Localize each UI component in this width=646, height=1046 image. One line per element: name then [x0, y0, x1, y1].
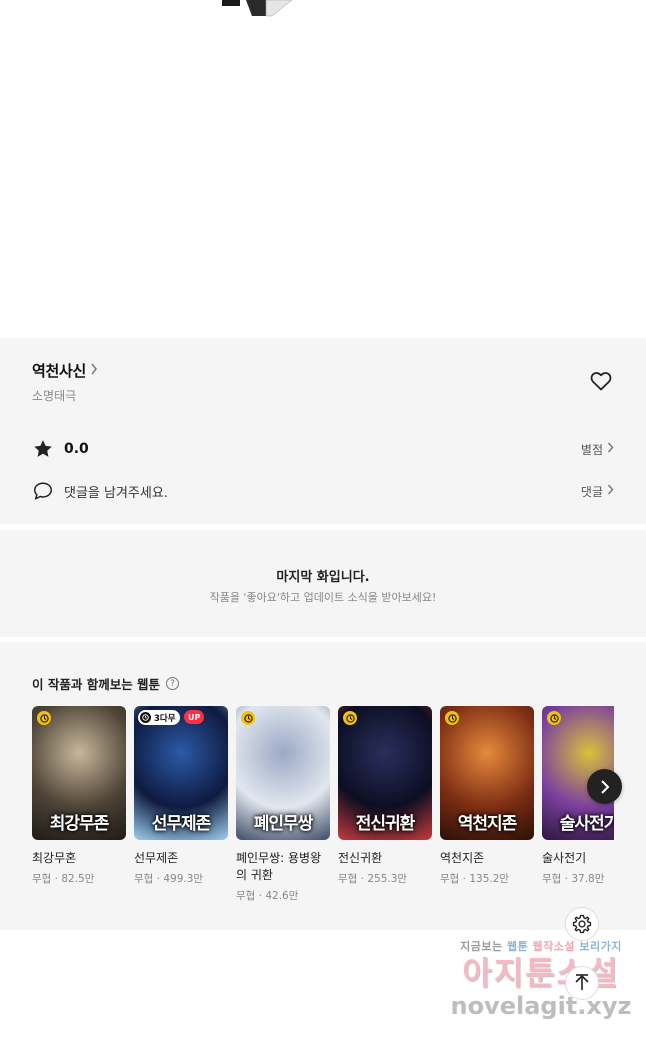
thumbnail-title-art: 역천지존	[457, 814, 518, 834]
speech-bubble-icon	[34, 482, 52, 500]
recommendation-thumbnail: 폐인무쌍	[236, 706, 330, 840]
recommendation-title: 역천지존	[440, 851, 485, 865]
work-info-panel: 역천사신 소명태극 0.0 별점 댓글을 남겨주세요. 댓글	[0, 338, 646, 524]
recommendation-thumbnail: 전신귀환	[338, 706, 432, 840]
wait-free-label: 3다무	[154, 713, 176, 724]
recommendation-thumbnail: 역천지존	[440, 706, 534, 840]
star-icon	[34, 440, 52, 457]
chevron-right-icon	[90, 363, 98, 378]
wait-free-badge: 3다무	[138, 710, 180, 725]
heart-icon[interactable]	[589, 369, 613, 393]
recommendation-card[interactable]: 폐인무쌍폐인무쌍: 용병왕의 귀환무협 · 42.6만	[236, 706, 330, 903]
watermark-logo-text: 아지툰소설	[462, 954, 620, 992]
last-episode-subtitle: 작품을 '좋아요'하고 업데이트 소식을 받아보세요!	[209, 591, 437, 604]
episode-image-end	[0, 0, 646, 338]
recommendation-card[interactable]: 역천지존 역천지존 무협 · 135.2만	[440, 706, 534, 886]
recommendation-meta: 무협 · 42.6만	[236, 890, 299, 902]
gear-icon	[572, 914, 592, 934]
watermark-tag-2: 웹툰	[506, 940, 529, 953]
help-icon[interactable]: ?	[166, 677, 180, 690]
watermark-tag-1: 지금보는	[460, 940, 503, 953]
work-author: 소명태극	[32, 389, 77, 403]
recommendation-meta: 무협 · 499.3만	[134, 873, 204, 885]
comment-row[interactable]: 댓글을 남겨주세요. 댓글	[32, 478, 614, 504]
arrow-up-icon	[575, 974, 589, 990]
recommendation-title: 폐인무쌍: 용병왕의 귀환	[236, 851, 322, 882]
thumbnail-title-art: 전신귀환	[355, 814, 416, 834]
recommendation-card[interactable]: 3다무 UP 선무제존 선무제존 무협 · 499.3만	[134, 706, 228, 886]
comment-link[interactable]: 댓글	[581, 483, 614, 500]
comment-link-label: 댓글	[580, 484, 603, 499]
recommendations-panel: 이 작품과 함께보는 웹툰 ? 최강무존최강무혼무협 · 82.5만 3다무 UP 선…	[0, 642, 646, 930]
clock-icon	[140, 712, 151, 723]
recommendation-card[interactable]: 최강무존최강무혼무협 · 82.5만	[32, 706, 126, 886]
comment-prompt: 댓글을 남겨주세요.	[64, 485, 168, 501]
recommendation-title: 선무제존	[134, 851, 179, 865]
recommendation-title: 전신귀환	[338, 851, 383, 865]
recommendation-title: 최강무혼	[32, 851, 77, 865]
watermark: 지금보는 웹툰 웹작소설 보리가지 아지툰소설 novelagit.xyz	[446, 938, 636, 1020]
carousel-next-button[interactable]	[587, 769, 622, 804]
work-title-link[interactable]: 역천사신	[32, 360, 98, 381]
thumbnail-title-art: 술사전기	[559, 814, 614, 834]
recommendation-carousel: 최강무존 최강무혼 무협 · 82.5만 3다무 UP 선무제존 선무제존 무협 · 499.…	[32, 706, 614, 911]
thumbnail-title-art: 폐인무쌍	[253, 814, 314, 834]
clock-icon	[241, 711, 255, 725]
clock-icon	[343, 711, 357, 725]
recommendation-title: 술사전기	[542, 851, 587, 865]
thumbnail-title-art: 최강무존	[49, 814, 110, 834]
clock-icon	[445, 711, 459, 725]
recommendation-card[interactable]: 전신귀환 전신귀환 무협 · 255.3만	[338, 706, 432, 886]
recommendation-thumbnail: 3다무 UP 선무제존	[134, 706, 228, 840]
chevron-right-icon	[607, 484, 614, 498]
last-episode-title: 마지막 화입니다.	[276, 570, 370, 585]
last-episode-notice: 마지막 화입니다. 작품을 '좋아요'하고 업데이트 소식을 받아보세요!	[0, 530, 646, 637]
watermark-url: novelagit.xyz	[450, 992, 632, 1020]
update-badge: UP	[184, 710, 205, 724]
recommendation-meta: 무협 · 255.3만	[338, 873, 408, 885]
thumbnail-title-art: 선무제존	[151, 814, 212, 834]
recommendation-meta: 무협 · 135.2만	[440, 873, 510, 885]
recommendation-meta: 무협 · 37.8만	[542, 873, 605, 885]
chevron-right-icon	[600, 779, 609, 794]
watermark-tagline: 지금보는 웹툰 웹작소설 보리가지	[446, 938, 636, 954]
watermark-tag-4: 보리가지	[579, 940, 622, 953]
clock-icon	[547, 711, 561, 725]
image-fragment	[222, 0, 293, 17]
rating-row: 0.0 별점	[32, 436, 614, 462]
watermark-tag-3: 웹작소설	[532, 940, 576, 953]
scroll-top-button[interactable]	[565, 966, 599, 1000]
chevron-right-icon	[607, 442, 614, 456]
recommendation-meta: 무협 · 82.5만	[32, 873, 95, 885]
rating-link[interactable]: 별점	[581, 441, 614, 458]
settings-button[interactable]	[565, 907, 599, 941]
work-title: 역천사신	[32, 362, 87, 380]
rating-link-label: 별점	[580, 442, 603, 457]
recommendations-header: 이 작품과 함께보는 웹툰 ?	[32, 674, 180, 693]
recommendations-title: 이 작품과 함께보는 웹툰	[32, 677, 161, 692]
rating-value: 0.0	[64, 441, 89, 457]
clock-icon	[37, 711, 51, 725]
recommendation-thumbnail: 최강무존	[32, 706, 126, 840]
